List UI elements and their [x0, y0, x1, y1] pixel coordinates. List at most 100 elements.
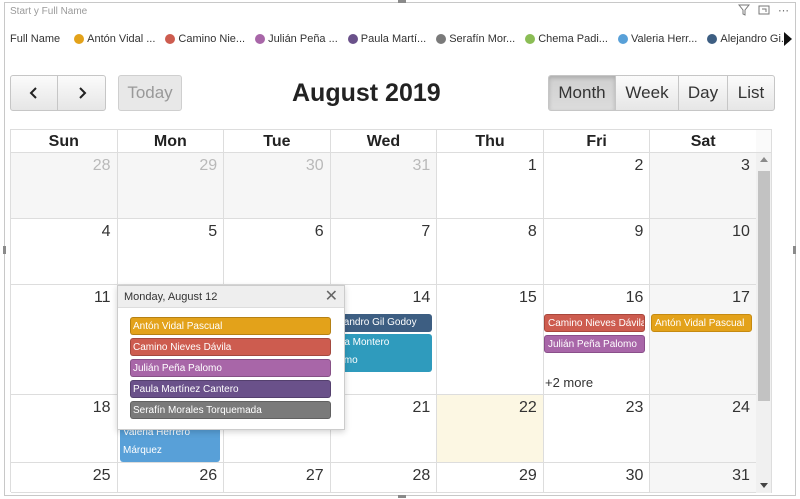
resize-handle-right[interactable]: [793, 246, 796, 254]
day-number[interactable]: 4: [102, 223, 111, 241]
event-wed-14-chema[interactable]: ma Montero lomo: [333, 334, 432, 372]
day-cell[interactable]: 30: [224, 153, 331, 218]
legend-item[interactable]: Paula Martí...: [347, 33, 426, 45]
close-icon[interactable]: ✕: [325, 286, 338, 307]
day-number[interactable]: 27: [306, 467, 324, 485]
day-number[interactable]: 10: [732, 223, 750, 241]
calendar-scrollbar[interactable]: [756, 153, 772, 493]
day-number[interactable]: 31: [732, 467, 750, 485]
day-number[interactable]: 17: [732, 289, 750, 307]
more-events-link[interactable]: +2 more: [545, 375, 593, 390]
day-cell[interactable]: 10: [650, 219, 757, 284]
day-cell[interactable]: 18: [11, 395, 118, 462]
focus-mode-icon[interactable]: [758, 4, 770, 16]
today-button[interactable]: Today: [118, 75, 182, 111]
legend-next-arrow-icon[interactable]: [784, 32, 792, 46]
event-fri-16-camino[interactable]: Camino Nieves Dávila: [544, 314, 645, 332]
day-cell[interactable]: 3: [650, 153, 757, 218]
day-number[interactable]: 21: [412, 399, 430, 417]
scroll-up-icon[interactable]: [760, 157, 768, 162]
event-sat-17-anton[interactable]: Antón Vidal Pascual: [651, 314, 752, 332]
day-number[interactable]: 15: [519, 289, 537, 307]
day-cell[interactable]: 7: [331, 219, 438, 284]
view-week-button[interactable]: Week: [616, 76, 679, 110]
legend-item[interactable]: Antón Vidal ...: [74, 33, 155, 45]
day-number[interactable]: 18: [93, 399, 111, 417]
day-number[interactable]: 14: [412, 289, 430, 307]
day-cell[interactable]: 30: [544, 463, 651, 492]
popover-event[interactable]: Camino Nieves Dávila: [130, 338, 331, 356]
day-number[interactable]: 28: [412, 467, 430, 485]
popover-event[interactable]: Julián Peña Palomo: [130, 359, 331, 377]
resize-handle-top[interactable]: [398, 0, 406, 3]
day-cell[interactable]: 4: [11, 219, 118, 284]
next-button[interactable]: [58, 76, 105, 110]
filter-icon[interactable]: [738, 4, 750, 16]
day-cell[interactable]: 22: [437, 395, 544, 462]
day-number[interactable]: 6: [315, 223, 324, 241]
day-cell[interactable]: 29: [437, 463, 544, 492]
more-options-icon[interactable]: ⋯: [778, 4, 790, 17]
day-number[interactable]: 3: [741, 157, 750, 175]
day-number[interactable]: 31: [412, 157, 430, 175]
legend-item[interactable]: Serafín Mor...: [436, 33, 515, 45]
day-number[interactable]: 23: [626, 399, 644, 417]
day-cell[interactable]: 15: [437, 285, 544, 394]
day-cell[interactable]: 31: [650, 463, 757, 492]
day-cell[interactable]: 8: [437, 219, 544, 284]
day-number[interactable]: 29: [519, 467, 537, 485]
day-cell[interactable]: 23: [544, 395, 651, 462]
legend-item[interactable]: Camino Nie...: [165, 33, 245, 45]
day-number[interactable]: 7: [421, 223, 430, 241]
event-wed-14-alejandro[interactable]: ejandro Gil Godoy: [333, 314, 432, 332]
day-cell[interactable]: 27: [224, 463, 331, 492]
day-cell[interactable]: 21: [331, 395, 438, 462]
day-number[interactable]: 16: [626, 289, 644, 307]
day-cell[interactable]: 9: [544, 219, 651, 284]
day-cell[interactable]: 29: [117, 153, 225, 218]
day-number[interactable]: 11: [94, 289, 111, 307]
day-number[interactable]: 8: [528, 223, 537, 241]
day-number[interactable]: 24: [732, 399, 750, 417]
day-cell[interactable]: 17: [650, 285, 757, 394]
day-number[interactable]: 30: [306, 157, 324, 175]
popover-event[interactable]: Paula Martínez Cantero: [130, 380, 331, 398]
view-day-button[interactable]: Day: [679, 76, 728, 110]
resize-handle-bottom[interactable]: [398, 495, 406, 498]
popover-event[interactable]: Serafín Morales Torquemada: [130, 401, 331, 419]
day-number[interactable]: 5: [208, 223, 217, 241]
view-list-button[interactable]: List: [728, 76, 774, 110]
day-cell[interactable]: 26: [118, 463, 225, 492]
day-cell[interactable]: 28: [11, 153, 118, 218]
day-cell[interactable]: 31: [330, 153, 438, 218]
day-cell[interactable]: 2: [544, 153, 651, 218]
day-number[interactable]: 22: [519, 399, 537, 417]
legend-item[interactable]: Alejandro Gi...: [707, 33, 790, 45]
day-of-week-thu: Thu: [437, 130, 544, 152]
legend-item[interactable]: Julián Peña ...: [255, 33, 338, 45]
day-cell[interactable]: 25: [11, 463, 118, 492]
day-cell[interactable]: 6: [224, 219, 331, 284]
scrollbar-thumb[interactable]: [758, 171, 770, 401]
day-cell[interactable]: 28: [331, 463, 438, 492]
view-month-button[interactable]: Month: [549, 76, 616, 110]
resize-handle-left[interactable]: [3, 246, 6, 254]
day-cell[interactable]: 1: [437, 153, 544, 218]
day-number[interactable]: 30: [626, 467, 644, 485]
day-number[interactable]: 25: [93, 467, 111, 485]
day-number[interactable]: 29: [199, 157, 217, 175]
day-cell[interactable]: 24: [650, 395, 757, 462]
legend-item[interactable]: Chema Padi...: [525, 33, 608, 45]
popover-event[interactable]: Antón Vidal Pascual: [130, 317, 331, 335]
day-cell[interactable]: 5: [118, 219, 225, 284]
scroll-down-icon[interactable]: [760, 483, 768, 488]
day-number[interactable]: 26: [199, 467, 217, 485]
day-number[interactable]: 2: [634, 157, 643, 175]
prev-button[interactable]: [11, 76, 58, 110]
day-number[interactable]: 1: [528, 157, 537, 175]
day-number[interactable]: 9: [634, 223, 643, 241]
event-fri-16-julian[interactable]: Julián Peña Palomo: [544, 335, 645, 353]
legend-item[interactable]: Valeria Herr...: [617, 33, 697, 45]
day-cell[interactable]: 11: [11, 285, 118, 394]
day-number[interactable]: 28: [93, 157, 111, 175]
